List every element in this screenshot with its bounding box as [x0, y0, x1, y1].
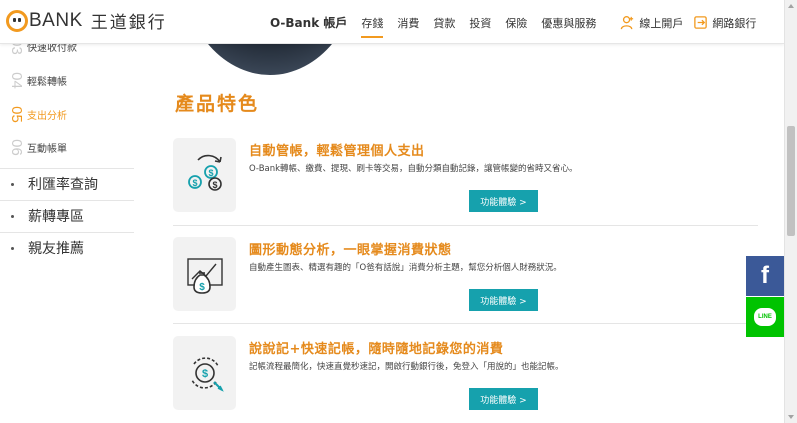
feature-description: O-Bank轉帳、繳費、提現、刷卡等交易，自動分類自動記錄，讓管帳變的省時又省心… [249, 164, 578, 174]
svg-text:$: $ [199, 282, 205, 293]
bullet-icon [11, 214, 14, 218]
svg-text:$: $ [208, 168, 213, 178]
sidebar-item-label: 利匯率查詢 [28, 177, 98, 193]
sidebar-item-payroll[interactable]: 薪轉專區 [0, 200, 134, 231]
try-feature-button[interactable]: 功能體驗 > [469, 190, 538, 212]
logo-bank-text: BANK [29, 9, 83, 31]
main-nav: O-Bank 帳戶 存錢 消費 貸款 投資 保險 優惠與服務 線上開戶 網路銀行 [270, 14, 756, 38]
scrollbar-thumb[interactable] [787, 126, 795, 236]
sidebar-item-label: 薪轉專區 [28, 209, 84, 225]
feature-card: $ $ $ 自動管帳，輕鬆管理個人支出 O-Bank轉帳、繳費、提現、刷卡等交易… [173, 138, 758, 224]
feature-description: 自動產生圖表、精選有趣的「O爸有話說」消費分析主題，幫您分析個人財務狀況。 [249, 263, 562, 273]
submenu-label: 互動帳單 [27, 143, 67, 155]
sidebar-item-rates[interactable]: 利匯率查詢 [0, 168, 134, 199]
svg-text:$: $ [201, 368, 207, 380]
try-feature-button[interactable]: 功能體驗 > [469, 388, 538, 410]
nav-save[interactable]: 存錢 [361, 15, 384, 38]
facebook-share-button[interactable]: f [746, 256, 784, 296]
feature-title: 圖形動態分析，一眼掌握消費狀態 [249, 243, 452, 258]
nav-loan[interactable]: 貸款 [433, 15, 455, 31]
bullet-icon [11, 182, 14, 186]
feature-description: 記帳流程最簡化，快速直覺秒速記，開啟行動銀行後，免登入「用說的」也能記帳。 [249, 362, 564, 372]
open-account-label: 線上開戶 [639, 16, 684, 30]
coin-cycle-icon: $ [173, 336, 236, 410]
side-menu: 03 快速收付款 04 輕鬆轉帳 05 支出分析 06 互動帳單 利匯率查詢 薪… [0, 38, 134, 423]
submenu-label: 輕鬆轉帳 [27, 76, 67, 88]
nav-offers[interactable]: 優惠與服務 [541, 15, 596, 31]
login-icon [694, 16, 708, 29]
nav-invest[interactable]: 投資 [469, 15, 491, 31]
sidebar-item-referral[interactable]: 親友推薦 [0, 232, 134, 263]
user-icon [621, 16, 634, 30]
section-title: 產品特色 [175, 93, 260, 115]
site-header: BANK 王道銀行 O-Bank 帳戶 存錢 消費 貸款 投資 保險 優惠與服務… [0, 0, 784, 44]
svg-text:$: $ [212, 180, 217, 190]
divider [173, 323, 758, 324]
try-feature-button[interactable]: 功能體驗 > [469, 289, 538, 311]
coins-refresh-icon: $ $ $ [173, 138, 236, 212]
obank-logo[interactable]: BANK 王道銀行 [6, 8, 167, 33]
online-banking-button[interactable]: 網路銀行 [693, 15, 756, 31]
nav-obank-account[interactable]: O-Bank 帳戶 [270, 14, 347, 31]
logo-face-icon [6, 9, 28, 32]
bullet-icon [11, 246, 14, 250]
feature-title: 說說記+快速記帳，隨時隨地記錄您的消費 [249, 342, 504, 357]
scroll-up-icon[interactable] [788, 4, 794, 8]
line-label: LINE [758, 314, 772, 320]
money-bag-chart-icon: $ [173, 237, 236, 311]
sidebar-item-label: 親友推薦 [28, 241, 84, 257]
divider [173, 225, 758, 226]
submenu-label: 支出分析 [27, 110, 67, 122]
open-account-button[interactable]: 線上開戶 [620, 15, 683, 31]
page-scrollbar[interactable] [784, 0, 797, 423]
feature-card: $ 說說記+快速記帳，隨時隨地記錄您的消費 記帳流程最簡化，快速直覺秒速記，開啟… [173, 336, 758, 422]
scroll-down-icon[interactable] [788, 415, 794, 419]
feature-title: 自動管帳，輕鬆管理個人支出 [249, 144, 425, 159]
line-share-button[interactable]: LINE [746, 297, 784, 337]
online-banking-label: 網路銀行 [712, 16, 757, 30]
logo-bank-name: 王道銀行 [90, 13, 167, 33]
submenu-number: 04 [7, 71, 25, 89]
feature-card: $ 圖形動態分析，一眼掌握消費狀態 自動產生圖表、精選有趣的「O爸有話說」消費分… [173, 237, 758, 323]
line-icon: LINE [754, 308, 776, 326]
nav-insurance[interactable]: 保險 [505, 15, 527, 31]
svg-text:$: $ [192, 178, 197, 188]
submenu-number: 06 [7, 138, 25, 156]
facebook-icon: f [761, 262, 769, 289]
nav-spend[interactable]: 消費 [397, 15, 419, 31]
submenu-number: 05 [7, 105, 25, 123]
